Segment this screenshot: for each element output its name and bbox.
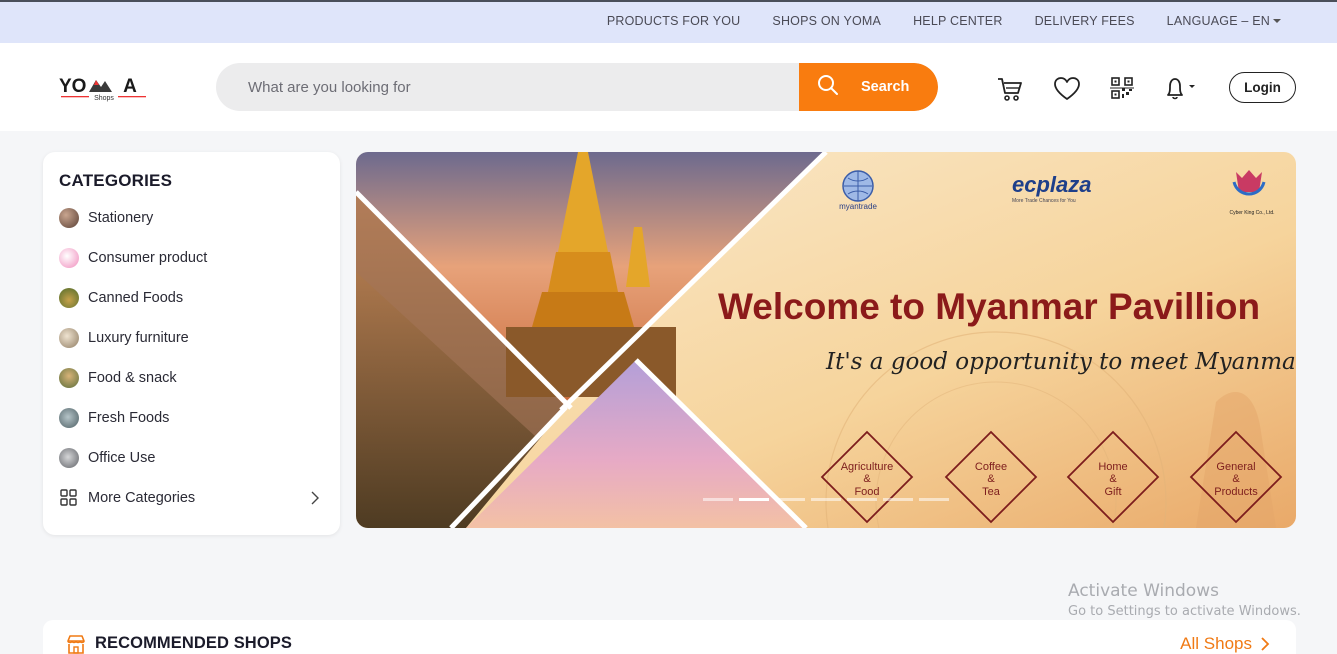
category-label: Stationery <box>88 210 154 226</box>
chevron-right-icon <box>1261 637 1270 651</box>
more-categories-label: More Categories <box>88 490 196 506</box>
svg-text:Gift: Gift <box>1104 486 1121 498</box>
carousel-dot[interactable] <box>847 498 877 501</box>
svg-text:Home: Home <box>1098 461 1127 473</box>
chevron-right-icon <box>309 491 321 509</box>
watermark-subtitle: Go to Settings to activate Windows. <box>1068 604 1301 619</box>
grid-icon <box>59 488 79 508</box>
category-office-use[interactable]: Office Use <box>59 446 325 470</box>
luxury-furniture-thumbnail <box>59 328 79 348</box>
svg-text:myantrade: myantrade <box>839 202 877 211</box>
language-dropdown[interactable]: LANGUAGE – EN <box>1167 14 1281 28</box>
more-categories-link[interactable]: More Categories <box>59 486 325 510</box>
chevron-down-icon <box>1273 19 1281 23</box>
svg-text:ecplaza: ecplaza <box>1012 172 1092 197</box>
category-consumer-product[interactable]: Consumer product <box>59 246 325 270</box>
all-shops-label: All Shops <box>1180 634 1252 653</box>
products-for-you-link[interactable]: PRODUCTS FOR YOU <box>607 14 741 28</box>
carousel-indicators <box>703 498 949 501</box>
activate-windows-watermark: Activate Windows Go to Settings to activ… <box>1068 581 1301 619</box>
language-label: LANGUAGE – EN <box>1166 14 1270 28</box>
search-icon <box>817 74 839 100</box>
categories-panel: CATEGORIES Stationery Consumer product C… <box>43 152 340 535</box>
office-use-thumbnail <box>59 448 79 468</box>
main-header: YO A Shops Search Login <box>0 43 1337 131</box>
category-label: Luxury furniture <box>88 330 189 346</box>
svg-text:Cyber King Co., Ltd.: Cyber King Co., Ltd. <box>1229 210 1274 216</box>
help-center-link[interactable]: HELP CENTER <box>913 14 1003 28</box>
svg-text:Food: Food <box>854 486 879 498</box>
login-button[interactable]: Login <box>1229 72 1296 103</box>
food-snack-thumbnail <box>59 368 79 388</box>
search-button-label: Search <box>861 79 910 95</box>
carousel-dot[interactable] <box>883 498 913 501</box>
fresh-foods-thumbnail <box>59 408 79 428</box>
stationery-thumbnail <box>59 208 79 228</box>
svg-text:&: & <box>863 473 871 485</box>
category-luxury-furniture[interactable]: Luxury furniture <box>59 326 325 350</box>
categories-title: CATEGORIES <box>59 171 173 190</box>
svg-text:Agriculture: Agriculture <box>841 461 894 473</box>
category-label: Canned Foods <box>88 290 184 306</box>
svg-text:More Trade Chances for You: More Trade Chances for You <box>1012 198 1076 204</box>
svg-text:Coffee: Coffee <box>975 461 1007 473</box>
delivery-fees-link[interactable]: DELIVERY FEES <box>1035 14 1135 28</box>
carousel-dot[interactable] <box>919 498 949 501</box>
carousel-dot[interactable] <box>775 498 805 501</box>
category-stationery[interactable]: Stationery <box>59 206 325 230</box>
heart-icon[interactable] <box>1053 75 1081 103</box>
all-shops-link[interactable]: All Shops <box>1180 634 1270 654</box>
hero-banner-carousel[interactable]: myantrade ecplaza More Trade Chances for… <box>356 152 1296 528</box>
watermark-title: Activate Windows <box>1068 581 1219 601</box>
search-bar: Search <box>216 63 938 111</box>
banner-headline: Welcome to Myanmar Pavillion <box>718 286 1260 327</box>
svg-text:Products: Products <box>1214 486 1258 498</box>
shops-on-yoma-link[interactable]: SHOPS ON YOMA <box>772 14 881 28</box>
category-label: Consumer product <box>88 250 208 266</box>
carousel-dot-active[interactable] <box>739 498 769 501</box>
svg-text:Shops: Shops <box>94 95 114 102</box>
banner-tagline: It's a good opportunity to meet Myanmar … <box>825 349 1296 375</box>
svg-text:&: & <box>1109 473 1117 485</box>
top-utility-bar: PRODUCTS FOR YOU SHOPS ON YOMA HELP CENT… <box>0 0 1337 43</box>
svg-text:A: A <box>123 76 137 97</box>
notification-bell-icon[interactable] <box>1163 75 1199 103</box>
store-icon <box>65 633 87 654</box>
search-button[interactable]: Search <box>799 63 938 111</box>
svg-text:&: & <box>1232 473 1240 485</box>
svg-text:&: & <box>987 473 995 485</box>
carousel-dot[interactable] <box>703 498 733 501</box>
svg-text:YO: YO <box>59 76 86 97</box>
canned-foods-thumbnail <box>59 288 79 308</box>
cart-icon[interactable] <box>996 75 1024 103</box>
recommended-shops-section: RECOMMENDED SHOPS All Shops <box>43 620 1296 654</box>
category-food-and-snack[interactable]: Food & snack <box>59 366 325 390</box>
category-fresh-foods[interactable]: Fresh Foods <box>59 406 325 430</box>
search-input[interactable] <box>216 63 799 111</box>
category-label: Fresh Foods <box>88 410 170 426</box>
svg-text:General: General <box>1216 461 1255 473</box>
svg-text:Tea: Tea <box>982 486 1001 498</box>
carousel-dot[interactable] <box>811 498 841 501</box>
qr-code-icon[interactable] <box>1109 75 1137 103</box>
consumer-product-thumbnail <box>59 248 79 268</box>
top-links: PRODUCTS FOR YOU SHOPS ON YOMA HELP CENT… <box>607 14 1281 28</box>
category-label: Food & snack <box>88 370 177 386</box>
yoma-logo[interactable]: YO A Shops <box>58 73 150 107</box>
category-label: Office Use <box>88 450 156 466</box>
recommended-shops-title: RECOMMENDED SHOPS <box>95 634 292 652</box>
category-canned-foods[interactable]: Canned Foods <box>59 286 325 310</box>
